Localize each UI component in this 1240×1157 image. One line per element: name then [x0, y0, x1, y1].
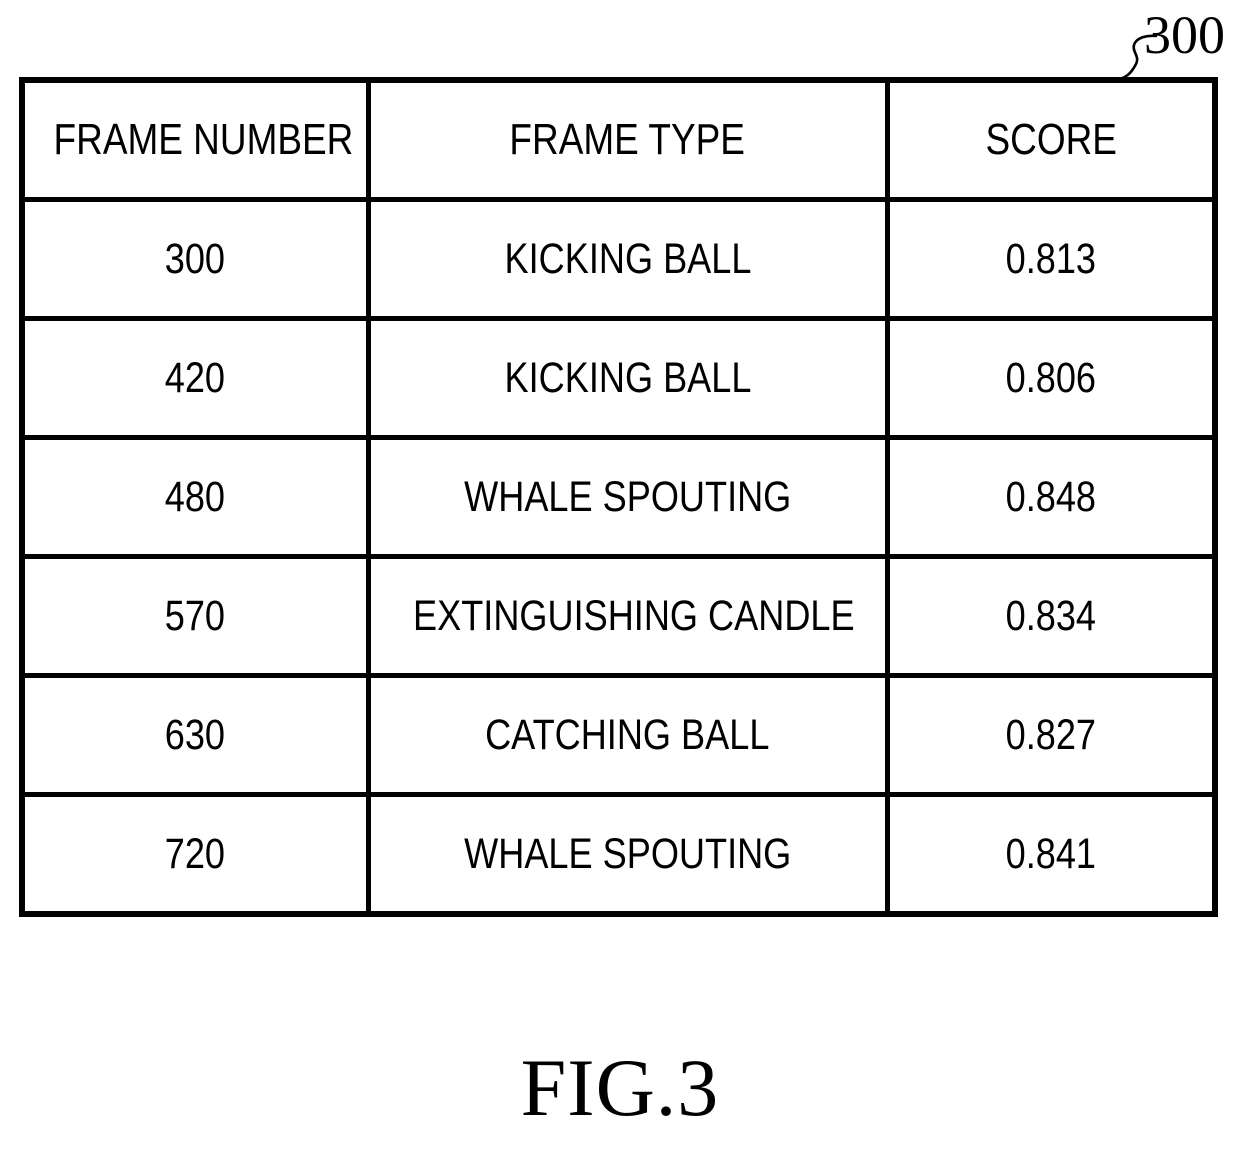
cell-frame-type-value: EXTINGUISHING CANDLE: [412, 592, 855, 640]
cell-frame-number: 720: [19, 792, 371, 917]
cell-score-value: 0.827: [1005, 711, 1096, 759]
cell-score: 0.827: [884, 673, 1218, 797]
cell-frame-type: KICKING BALL: [365, 316, 890, 440]
column-header-frame-number: FRAME NUMBER: [19, 77, 371, 202]
reference-numeral: 300: [1144, 5, 1225, 65]
cell-frame-type: CATCHING BALL: [365, 673, 890, 797]
cell-score: 0.848: [884, 435, 1218, 559]
cell-frame-type: KICKING BALL: [365, 197, 890, 321]
cell-frame-number: 300: [19, 197, 371, 321]
column-header-frame-type-label: FRAME TYPE: [509, 115, 746, 164]
reference-numeral-callout: 300: [1106, 2, 1240, 88]
cell-frame-type-value: WHALE SPOUTING: [463, 830, 792, 878]
cell-score: 0.834: [884, 554, 1218, 678]
cell-frame-type-value: KICKING BALL: [504, 354, 751, 402]
cell-frame-number-value: 300: [165, 235, 226, 283]
cell-frame-number: 480: [19, 435, 371, 559]
cell-score-value: 0.806: [1005, 354, 1096, 402]
table-row: 570 EXTINGUISHING CANDLE 0.834: [19, 554, 1218, 678]
cell-frame-number: 630: [19, 673, 371, 797]
cell-frame-type-value: CATCHING BALL: [485, 711, 770, 759]
table-row: 300 KICKING BALL 0.813: [19, 197, 1218, 321]
table-row: 480 WHALE SPOUTING 0.848: [19, 435, 1218, 559]
figure-caption: FIG.3: [520, 1042, 720, 1133]
column-header-score: SCORE: [884, 77, 1218, 202]
cell-frame-number-value: 720: [165, 830, 226, 878]
cell-score-value: 0.834: [1005, 592, 1096, 640]
table-row: 420 KICKING BALL 0.806: [19, 316, 1218, 440]
cell-frame-number-value: 480: [165, 473, 226, 521]
cell-score: 0.841: [884, 792, 1218, 917]
cell-score: 0.806: [884, 316, 1218, 440]
table-header-row: FRAME NUMBER FRAME TYPE SCORE: [19, 77, 1218, 202]
table-row: 720 WHALE SPOUTING 0.841: [19, 792, 1218, 917]
cell-frame-type-value: WHALE SPOUTING: [463, 473, 792, 521]
cell-score-value: 0.841: [1005, 830, 1096, 878]
column-header-frame-number-label: FRAME NUMBER: [53, 115, 354, 164]
cell-score: 0.813: [884, 197, 1218, 321]
frame-score-table: FRAME NUMBER FRAME TYPE SCORE 300 KICKIN…: [19, 77, 1218, 917]
column-header-score-label: SCORE: [985, 115, 1117, 164]
cell-frame-number-value: 420: [165, 354, 226, 402]
cell-score-value: 0.813: [1005, 235, 1096, 283]
cell-frame-number: 420: [19, 316, 371, 440]
cell-frame-number-value: 570: [165, 592, 226, 640]
cell-frame-type: WHALE SPOUTING: [365, 792, 890, 917]
cell-frame-type: EXTINGUISHING CANDLE: [365, 554, 890, 678]
table-row: 630 CATCHING BALL 0.827: [19, 673, 1218, 797]
cell-frame-number: 570: [19, 554, 371, 678]
cell-score-value: 0.848: [1005, 473, 1096, 521]
column-header-frame-type: FRAME TYPE: [365, 77, 890, 202]
cell-frame-type: WHALE SPOUTING: [365, 435, 890, 559]
cell-frame-number-value: 630: [165, 711, 226, 759]
cell-frame-type-value: KICKING BALL: [504, 235, 751, 283]
